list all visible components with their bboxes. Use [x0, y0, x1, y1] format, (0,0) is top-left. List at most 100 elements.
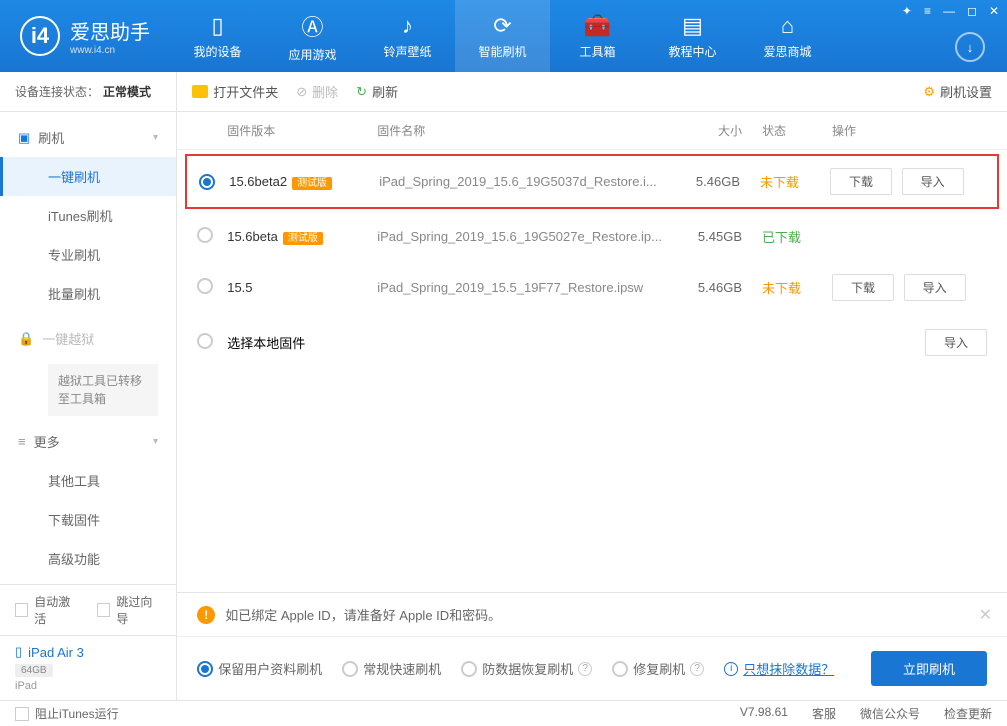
maximize-icon[interactable]: ◻ [967, 4, 977, 18]
erase-link[interactable]: 只想抹除数据？ [743, 659, 834, 678]
check-update-link[interactable]: 检查更新 [944, 705, 992, 722]
firmware-row[interactable]: 15.6beta测试版 iPad_Spring_2019_15.6_19G502… [177, 213, 1007, 260]
local-firmware-row[interactable]: 选择本地固件 导入 [177, 315, 1007, 370]
folder-icon [192, 85, 208, 98]
col-size: 大小 [662, 122, 742, 139]
menu-group-jailbreak: 🔒 一键越狱 [0, 319, 176, 358]
menu-group-more[interactable]: ≡ 更多 ▸ [0, 422, 176, 461]
row-radio[interactable] [199, 174, 215, 190]
col-name: 固件名称 [377, 122, 662, 139]
help-icon[interactable]: ? [690, 662, 704, 676]
help-icon[interactable]: ? [578, 662, 592, 676]
open-folder-button[interactable]: 打开文件夹 [192, 82, 278, 101]
sidebar-item-advanced[interactable]: 高级功能 [0, 539, 176, 578]
close-warning-icon[interactable]: ✕ [979, 605, 992, 625]
sidebar-item-oneclick[interactable]: 一键刷机 [0, 157, 176, 196]
beta-badge: 测试版 [292, 177, 332, 190]
app-title: 爱思助手 [70, 16, 150, 45]
erase-only: i只想抹除数据？ [724, 659, 834, 678]
music-icon: ♪ [402, 13, 413, 39]
flash-settings-button[interactable]: ⚙ 刷机设置 [923, 82, 992, 101]
opt-keep-data[interactable]: 保留用户资料刷机 [197, 659, 322, 678]
tab-shop[interactable]: ⌂爱思商城 [740, 0, 835, 72]
connection-status: 设备连接状态： 正常模式 [0, 72, 176, 112]
sidebar-item-batch[interactable]: 批量刷机 [0, 274, 176, 313]
import-button[interactable]: 导入 [902, 168, 964, 195]
row-radio[interactable] [197, 278, 213, 294]
chevron-down-icon: ▸ [150, 135, 161, 140]
tab-smart-flash[interactable]: ⟳智能刷机 [455, 0, 550, 72]
sidebar-item-download-fw[interactable]: 下载固件 [0, 500, 176, 539]
toolbox-icon: 🧰 [584, 13, 611, 39]
sidebar: 设备连接状态： 正常模式 ▣ 刷机 ▸ 一键刷机 iTunes刷机 专业刷机 批… [0, 72, 177, 700]
shop-icon: ⌂ [781, 13, 794, 39]
table-header: 固件版本 固件名称 大小 状态 操作 [177, 112, 1007, 150]
delete-button[interactable]: ⊘ 删除 [296, 82, 338, 101]
device-storage-badge: 64GB [15, 664, 53, 677]
sidebar-bottom: 自动激活 跳过向导 ▯ iPad Air 3 64GB iPad [0, 584, 176, 700]
row-radio[interactable] [197, 333, 213, 349]
tab-toolbox[interactable]: 🧰工具箱 [550, 0, 645, 72]
device-name-text: iPad Air 3 [28, 645, 84, 660]
local-firmware-label: 选择本地固件 [227, 336, 305, 351]
firmware-row[interactable]: 15.5 iPad_Spring_2019_15.5_19F77_Restore… [177, 260, 1007, 315]
app-header: i4 爱思助手 www.i4.cn ▯我的设备 Ⓐ应用游戏 ♪铃声壁纸 ⟳智能刷… [0, 0, 1007, 72]
tablet-icon: ▯ [15, 644, 22, 660]
toolbar: 打开文件夹 ⊘ 删除 ↻ 刷新 ⚙ 刷机设置 [177, 72, 1007, 112]
firmware-size: 5.45GB [662, 229, 742, 244]
flash-options: 保留用户资料刷机 常规快速刷机 防数据恢复刷机? 修复刷机? i只想抹除数据？ … [177, 637, 1007, 700]
sidebar-item-other-tools[interactable]: 其他工具 [0, 461, 176, 500]
firmware-size: 5.46GB [662, 280, 742, 295]
content-area: 打开文件夹 ⊘ 删除 ↻ 刷新 ⚙ 刷机设置 固件版本 固件名称 大小 [177, 72, 1007, 700]
import-button[interactable]: 导入 [904, 274, 966, 301]
customer-service-link[interactable]: 客服 [812, 705, 836, 722]
wechat-link[interactable]: 微信公众号 [860, 705, 920, 722]
device-info[interactable]: ▯ iPad Air 3 64GB iPad [0, 635, 176, 700]
lock-icon: 🔒 [18, 331, 34, 347]
col-version: 固件版本 [227, 122, 377, 139]
main-area: 设备连接状态： 正常模式 ▣ 刷机 ▸ 一键刷机 iTunes刷机 专业刷机 批… [0, 72, 1007, 700]
download-button[interactable]: 下载 [830, 168, 892, 195]
menu-icon[interactable]: ✦ [902, 4, 912, 18]
firmware-name: iPad_Spring_2019_15.5_19F77_Restore.ipsw [377, 280, 662, 295]
opt-repair[interactable]: 修复刷机? [612, 659, 704, 678]
download-progress-icon[interactable]: ↓ [955, 32, 985, 62]
flash-group-icon: ▣ [18, 130, 30, 146]
firmware-row[interactable]: 15.6beta2测试版 iPad_Spring_2019_15.6_19G50… [185, 154, 999, 209]
row-radio[interactable] [197, 227, 213, 243]
warning-icon: ! [197, 606, 215, 624]
version-text: V7.98.61 [740, 705, 788, 722]
sidebar-item-itunes[interactable]: iTunes刷机 [0, 196, 176, 235]
sidebar-item-pro[interactable]: 专业刷机 [0, 235, 176, 274]
tab-my-device[interactable]: ▯我的设备 [170, 0, 265, 72]
bottom-panel: ! 如已绑定 Apple ID，请准备好 Apple ID和密码。 ✕ 保留用户… [177, 592, 1007, 700]
opt-anti-recover[interactable]: 防数据恢复刷机? [461, 659, 592, 678]
flash-now-button[interactable]: 立即刷机 [871, 651, 987, 686]
block-itunes-checkbox[interactable] [15, 707, 29, 721]
import-button[interactable]: 导入 [925, 329, 987, 356]
more-icon: ≡ [18, 434, 26, 449]
logo-area: i4 爱思助手 www.i4.cn [0, 16, 170, 56]
refresh-button[interactable]: ↻ 刷新 [356, 82, 398, 101]
app-logo-icon: i4 [20, 16, 60, 56]
opt-normal[interactable]: 常规快速刷机 [342, 659, 441, 678]
tab-ringtones[interactable]: ♪铃声壁纸 [360, 0, 455, 72]
firmware-status: 未下载 [760, 175, 799, 190]
warning-bar: ! 如已绑定 Apple ID，请准备好 Apple ID和密码。 ✕ [177, 593, 1007, 637]
skip-guide-checkbox[interactable] [97, 603, 110, 617]
list-icon[interactable]: ≡ [924, 4, 931, 18]
auto-activate-checkbox[interactable] [15, 603, 28, 617]
warning-text: 如已绑定 Apple ID，请准备好 Apple ID和密码。 [225, 605, 501, 624]
col-status: 状态 [742, 122, 822, 139]
minimize-icon[interactable]: — [943, 4, 955, 18]
download-button[interactable]: 下载 [832, 274, 894, 301]
block-itunes-label: 阻止iTunes运行 [35, 705, 119, 722]
tab-apps[interactable]: Ⓐ应用游戏 [265, 0, 360, 72]
close-icon[interactable]: ✕ [989, 4, 999, 18]
menu-group-flash[interactable]: ▣ 刷机 ▸ [0, 118, 176, 157]
beta-badge: 测试版 [283, 232, 323, 245]
status-value: 正常模式 [103, 83, 151, 100]
firmware-size: 5.46GB [660, 174, 740, 189]
tab-tutorials[interactable]: ▤教程中心 [645, 0, 740, 72]
app-footer: 阻止iTunes运行 V7.98.61 客服 微信公众号 检查更新 [0, 700, 1007, 726]
